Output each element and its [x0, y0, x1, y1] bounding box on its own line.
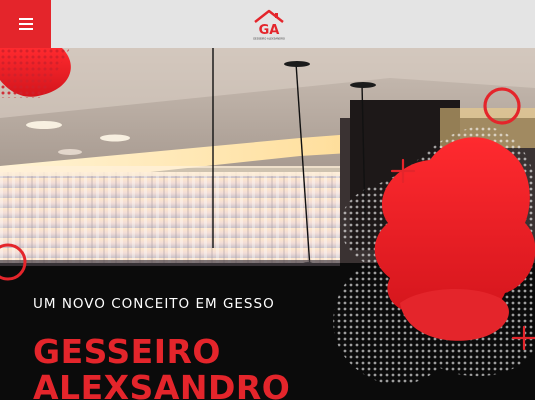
hero-tagline: UM NOVO CONCEITO EM GESSO [33, 296, 275, 312]
logo-caption: GESSEIRO ALEXSANDRO [253, 37, 285, 41]
site-header: GA GESSEIRO ALEXSANDRO [0, 0, 535, 48]
hero-headline: GESSEIRO ALEXSANDRO [33, 334, 290, 400]
menu-toggle-button[interactable] [0, 0, 51, 48]
hero-caption: UM NOVO CONCEITO EM GESSO GESSEIRO ALEXS… [33, 296, 290, 400]
site-logo[interactable]: GA GESSEIRO ALEXSANDRO [252, 7, 286, 41]
logo-letters: GA [259, 23, 280, 38]
hero-slider: UM NOVO CONCEITO EM GESSO GESSEIRO ALEXS… [0, 48, 535, 400]
page: GA GESSEIRO ALEXSANDRO UM NOVO CONCEITO … [0, 0, 535, 400]
hamburger-menu-icon [18, 18, 33, 30]
hero-headline-line2: ALEXSANDRO [33, 368, 291, 400]
hero-headline-line1: GESSEIRO [33, 332, 221, 371]
